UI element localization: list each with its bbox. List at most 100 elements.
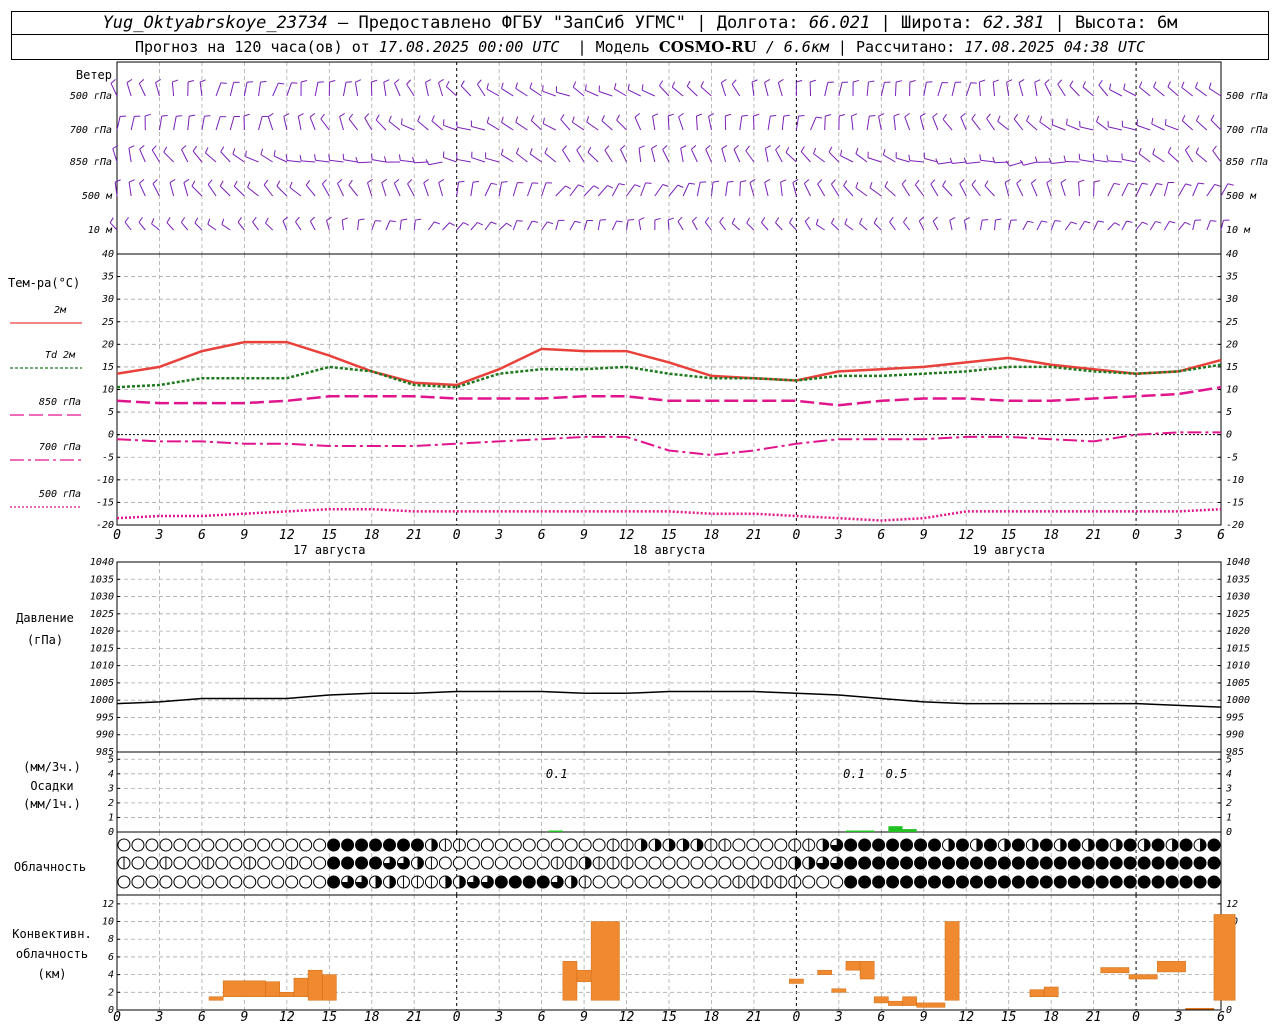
wind-barb-feather bbox=[1210, 114, 1215, 121]
x-tick-label: 9 bbox=[580, 1010, 588, 1024]
wind-barb bbox=[425, 82, 429, 97]
wind-barb bbox=[272, 82, 279, 97]
cloud-symbol bbox=[955, 838, 969, 852]
wind-barb bbox=[598, 91, 613, 97]
cloud-symbol bbox=[173, 875, 187, 889]
cloud-symbol bbox=[145, 875, 159, 889]
wind-barb-feather bbox=[1044, 79, 1050, 84]
cloud-symbol bbox=[229, 875, 243, 889]
wind-barb-feather bbox=[246, 81, 254, 83]
pressure-unit: (гПа) bbox=[27, 633, 63, 647]
wind-barb bbox=[501, 122, 514, 131]
cloud-symbol bbox=[271, 856, 285, 870]
x-tick-label: 15 bbox=[1001, 528, 1017, 543]
wind-barb-feather bbox=[692, 216, 698, 222]
wind-barb-feather bbox=[1006, 79, 1013, 83]
wind-barb bbox=[932, 116, 939, 131]
wind-barb-feather bbox=[618, 183, 625, 186]
cloud-symbol bbox=[578, 838, 592, 852]
cloud-symbol bbox=[1095, 856, 1109, 870]
wind-level-label: 500 м bbox=[1226, 191, 1257, 202]
cloud-symbol bbox=[173, 838, 187, 852]
wind-barb bbox=[671, 86, 684, 97]
wind-barb bbox=[1016, 183, 1024, 197]
wind-barb-feather bbox=[260, 148, 264, 155]
cloud-symbol bbox=[508, 875, 522, 889]
cloud-symbol bbox=[928, 838, 942, 852]
wind-barb-feather bbox=[301, 79, 308, 83]
wind-barb bbox=[152, 183, 160, 197]
wind-barb bbox=[354, 82, 359, 97]
wind-barb bbox=[1208, 87, 1222, 97]
x-tick-label: 12 bbox=[958, 528, 974, 543]
wind-barb bbox=[258, 116, 263, 131]
wind-barb bbox=[700, 86, 712, 97]
y-tick-label: 1000 bbox=[1226, 695, 1250, 706]
cloud-symbol bbox=[760, 856, 774, 870]
wind-barb-feather bbox=[662, 145, 668, 150]
conv-bar bbox=[845, 961, 861, 971]
wind-barb bbox=[764, 148, 769, 163]
wind-barb-feather bbox=[869, 114, 876, 117]
wind-barb bbox=[484, 221, 492, 231]
wind-barb bbox=[1152, 153, 1165, 163]
wind-barb-feather bbox=[960, 112, 966, 118]
x-tick-label: 21 bbox=[746, 1010, 762, 1024]
wind-barb-feather bbox=[982, 219, 989, 221]
y-tick-label: 5 bbox=[1226, 407, 1232, 418]
wind-barb-feather bbox=[1097, 220, 1104, 223]
date-label: 18 августа bbox=[633, 543, 705, 557]
wind-barb-feather bbox=[634, 113, 641, 118]
conv-bar bbox=[873, 996, 889, 1004]
wind-barb bbox=[896, 157, 910, 163]
wind-barb bbox=[731, 83, 741, 97]
wind-barb-feather bbox=[930, 179, 936, 185]
x-tick-label: 0 bbox=[113, 528, 121, 543]
wind-barb-feather bbox=[903, 217, 908, 223]
wind-barb bbox=[775, 149, 783, 163]
wind-barb-feather bbox=[1208, 82, 1212, 89]
wind-barb-feather bbox=[1198, 182, 1205, 185]
wind-barb-feather bbox=[995, 218, 1002, 221]
cloud-symbol-fill bbox=[1032, 839, 1039, 851]
wind-barb bbox=[1060, 182, 1066, 197]
wind-barb bbox=[220, 151, 231, 163]
wind-barb bbox=[151, 223, 160, 231]
wind-barb-feather bbox=[204, 147, 209, 154]
y-tick-label: 0 bbox=[108, 827, 114, 838]
wind-barb bbox=[867, 157, 882, 163]
wind-barb bbox=[843, 185, 854, 197]
wind-barb bbox=[267, 116, 274, 131]
cloud-symbol bbox=[997, 875, 1011, 889]
cloud-symbol bbox=[858, 838, 872, 852]
y-tick-label: 5 bbox=[1226, 754, 1232, 765]
y-tick-label: 1015 bbox=[1226, 643, 1250, 654]
cloud-symbol bbox=[229, 838, 243, 852]
cloud-symbol bbox=[494, 838, 508, 852]
cloud-symbol bbox=[1039, 856, 1053, 870]
wind-barb bbox=[803, 183, 811, 197]
conv-bar bbox=[1100, 967, 1130, 974]
wind-barb-feather bbox=[337, 179, 343, 184]
precip-unit-3h: (мм/3ч.) bbox=[23, 760, 81, 774]
wind-barb-feather bbox=[180, 217, 186, 223]
wind-barb-feather bbox=[812, 147, 817, 154]
wind-barb bbox=[746, 222, 755, 231]
wind-barb bbox=[992, 82, 996, 97]
cloud-symbol bbox=[1137, 856, 1151, 870]
wind-barb-feather bbox=[751, 79, 758, 83]
wind-barb-feather bbox=[329, 79, 336, 83]
wind-barb-feather bbox=[696, 113, 703, 117]
wind-barb-feather bbox=[169, 179, 176, 183]
wind-barb-feather bbox=[445, 80, 450, 87]
wind-barb bbox=[775, 222, 783, 231]
wind-barb-feather bbox=[1109, 83, 1112, 90]
cloud-symbol bbox=[886, 856, 900, 870]
wind-barb-feather bbox=[1152, 148, 1156, 155]
cloud-symbol bbox=[369, 838, 383, 852]
cloud-symbol bbox=[704, 875, 718, 889]
wind-barb bbox=[831, 222, 840, 231]
wind-barb-feather bbox=[641, 84, 644, 91]
y-tick-label: 10 bbox=[1226, 385, 1238, 396]
wind-barb-feather bbox=[1138, 81, 1143, 88]
